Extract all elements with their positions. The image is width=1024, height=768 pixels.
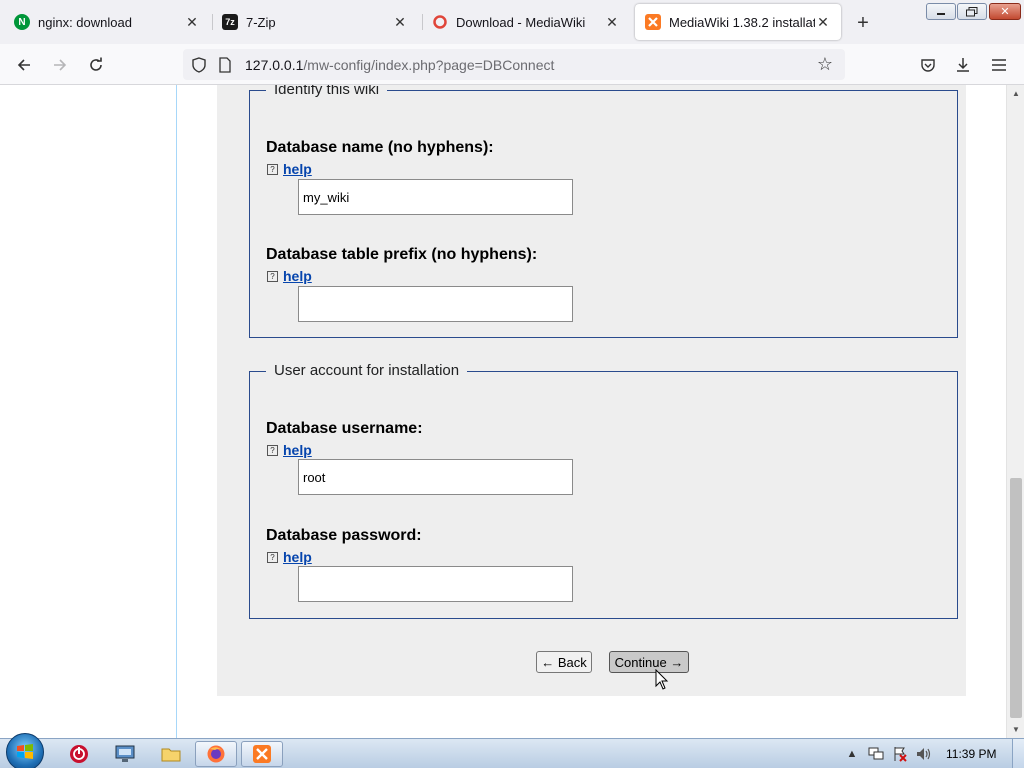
close-tab-icon[interactable]: ✕	[184, 14, 200, 30]
db-prefix-label: Database table prefix (no hyphens):	[266, 246, 538, 263]
xampp-favicon-icon	[645, 14, 661, 30]
help-icon: ?	[267, 551, 278, 563]
tab-title: 7-Zip	[246, 14, 276, 30]
db-name-input[interactable]	[298, 179, 573, 215]
network-icon[interactable]	[866, 746, 886, 762]
help-link[interactable]: help	[283, 161, 312, 177]
help-icon: ?	[267, 163, 278, 175]
url-path: /mw-config/index.php?page=DBConnect	[303, 56, 555, 73]
taskbar-clock[interactable]: 11:39 PM	[946, 747, 996, 761]
page-info-icon[interactable]	[215, 56, 235, 73]
help-link[interactable]: help	[283, 442, 312, 458]
back-icon[interactable]	[12, 53, 36, 77]
show-hidden-icons-arrow-icon[interactable]: ▲	[842, 746, 862, 762]
tab-mediawiki-installation[interactable]: MediaWiki 1.38.2 installation ✕	[635, 4, 841, 40]
db-name-label: Database name (no hyphens):	[266, 139, 494, 156]
close-tab-icon[interactable]: ✕	[815, 14, 831, 30]
scroll-down-arrow-icon[interactable]: ▼	[1007, 721, 1024, 737]
tab-nginx[interactable]: N nginx: download ✕	[4, 4, 210, 40]
help-icon: ?	[267, 444, 278, 456]
db-username-input[interactable]	[298, 459, 573, 495]
downloads-icon[interactable]	[951, 53, 975, 77]
help-link[interactable]: help	[283, 268, 312, 284]
taskbar-server-manager[interactable]	[104, 741, 146, 767]
navigation-toolbar: 127.0.0.1/mw-config/index.php?page=DBCon…	[0, 44, 1024, 85]
scrollbar-thumb[interactable]	[1010, 478, 1022, 718]
tab-title: MediaWiki 1.38.2 installation	[669, 14, 815, 30]
help-icon: ?	[267, 270, 278, 282]
db-name-help[interactable]: ? help	[267, 161, 312, 177]
start-button[interactable]	[6, 733, 44, 768]
url-text[interactable]: 127.0.0.1/mw-config/index.php?page=DBCon…	[245, 57, 813, 73]
close-window-button[interactable]: ✕	[989, 3, 1021, 20]
volume-icon[interactable]	[914, 746, 934, 762]
tab-strip: N nginx: download ✕ 7z 7-Zip ✕ Download …	[0, 0, 1024, 44]
url-host: 127.0.0.1	[245, 56, 304, 73]
taskbar-firefox[interactable]	[195, 741, 237, 767]
vertical-scrollbar[interactable]: ▲ ▼	[1006, 85, 1024, 738]
db-password-label: Database password:	[266, 527, 422, 544]
forward-icon[interactable]	[48, 53, 72, 77]
identify-wiki-fieldset: Identify this wiki Database name (no hyp…	[249, 85, 958, 338]
close-tab-icon[interactable]: ✕	[604, 14, 620, 30]
pocket-icon[interactable]	[916, 53, 940, 77]
address-bar[interactable]: 127.0.0.1/mw-config/index.php?page=DBCon…	[183, 49, 845, 80]
action-center-flag-icon[interactable]	[890, 746, 910, 762]
hamburger-menu-icon[interactable]	[987, 53, 1011, 77]
identify-wiki-legend: Identify this wiki	[266, 85, 388, 98]
7zip-favicon-icon: 7z	[222, 14, 238, 30]
db-username-label: Database username:	[266, 420, 423, 437]
tab-title: Download - MediaWiki	[456, 14, 586, 30]
back-button[interactable]: ← Back	[536, 651, 592, 673]
db-password-input[interactable]	[298, 566, 573, 602]
db-username-help[interactable]: ? help	[267, 442, 312, 458]
taskbar-power-app[interactable]	[58, 741, 100, 767]
page-content: Identify this wiki Database name (no hyp…	[177, 85, 1006, 738]
db-prefix-input[interactable]	[298, 286, 573, 322]
tab-title: nginx: download	[38, 14, 132, 30]
show-desktop-button[interactable]	[1012, 739, 1024, 768]
user-account-fieldset: User account for installation Database u…	[249, 362, 958, 619]
continue-button[interactable]: Continue →	[609, 651, 689, 673]
db-prefix-help[interactable]: ? help	[267, 268, 312, 284]
taskbar-file-explorer[interactable]	[150, 741, 192, 767]
close-tab-icon[interactable]: ✕	[392, 14, 408, 30]
maximize-window-button[interactable]	[957, 3, 987, 20]
windows-taskbar: ▲ 11:39 PM	[0, 733, 1024, 768]
installer-form-area: Identify this wiki Database name (no hyp…	[217, 85, 966, 696]
user-account-legend: User account for installation	[266, 362, 468, 379]
page-viewport: Identify this wiki Database name (no hyp…	[0, 85, 1006, 738]
tab-download-mediawiki[interactable]: Download - MediaWiki ✕	[422, 4, 630, 40]
mouse-pointer-icon	[655, 668, 669, 696]
tab-7zip[interactable]: 7z 7-Zip ✕	[212, 4, 418, 40]
nginx-favicon-icon: N	[14, 14, 30, 30]
minimize-window-button[interactable]	[926, 3, 956, 20]
new-tab-button[interactable]: +	[852, 12, 874, 34]
reload-icon[interactable]	[84, 53, 108, 77]
system-tray: ▲	[842, 739, 938, 768]
help-link[interactable]: help	[283, 549, 312, 565]
opera-favicon-icon	[432, 14, 448, 30]
scroll-up-arrow-icon[interactable]: ▲	[1007, 85, 1024, 101]
bookmark-star-icon[interactable]: ☆	[813, 54, 837, 75]
db-password-help[interactable]: ? help	[267, 549, 312, 565]
taskbar-xampp[interactable]	[241, 741, 283, 767]
tracking-protection-shield-icon[interactable]	[189, 56, 209, 73]
